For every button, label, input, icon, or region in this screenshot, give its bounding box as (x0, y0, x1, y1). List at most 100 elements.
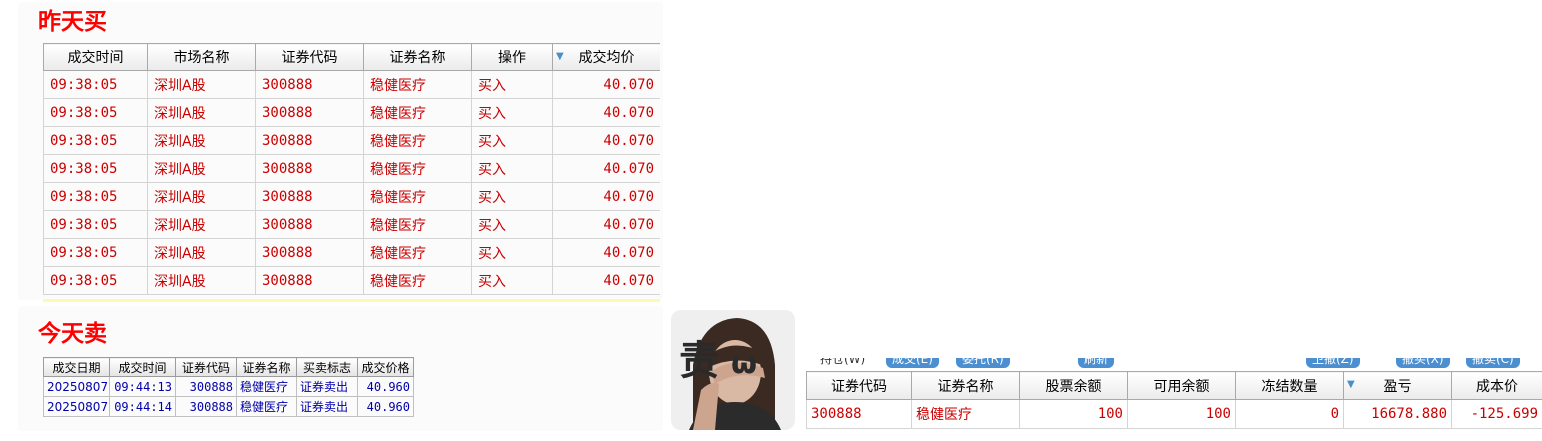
table-cell: 稳健医疗 (363, 154, 472, 183)
table-cell: 40.070 (552, 182, 660, 211)
col-header-cost[interactable]: 成本价 (1451, 371, 1542, 400)
table-cell: 40.960 (357, 396, 414, 417)
col-header-trade-time[interactable]: 成交时间 (109, 357, 176, 377)
table-cell: 深圳A股 (147, 154, 256, 183)
col-header-price[interactable]: 成交价格 (357, 357, 414, 377)
col-header-code[interactable]: 证券代码 (255, 43, 364, 71)
table-cell: 20250807 (43, 376, 110, 397)
table-cell: 16678.880 (1343, 399, 1452, 429)
table-cell: 09:38:05 (43, 210, 148, 239)
col-header-side[interactable]: 买卖标志 (296, 357, 358, 377)
buy-table-wrapper: 成交时间 市场名称 证券代码 证券名称 操作 ▼ 成交均价 09:38:05 深圳… (43, 43, 660, 302)
table-cell: 买入 (471, 70, 553, 99)
table-row[interactable]: 09:38:05 深圳A股 300888 稳健医疗 买入 40.070 (43, 70, 660, 99)
col-header-code[interactable]: 证券代码 (806, 371, 912, 400)
table-row[interactable]: 300888 稳健医疗 100 100 0 16678.880 -125.699 (806, 399, 1542, 429)
col-header-avg-price[interactable]: ▼ 成交均价 (552, 43, 660, 71)
refresh-button[interactable]: 刷新 (1078, 358, 1115, 368)
table-cell: 09:38:05 (43, 238, 148, 267)
col-header-market[interactable]: 市场名称 (147, 43, 256, 71)
table-cell: 09:38:05 (43, 70, 148, 99)
position-table-wrapper: 证券代码 证券名称 股票余额 可用余额 冻结数量 ▼ 盈亏 成本价 300888… (806, 371, 1542, 429)
table-cell: 买入 (471, 154, 553, 183)
table-cell: 40.070 (552, 70, 660, 99)
col-header-available[interactable]: 可用余额 (1127, 371, 1236, 400)
table-cell: 买入 (471, 182, 553, 211)
table-cell: 300888 (806, 399, 912, 429)
col-header-trade-date[interactable]: 成交日期 (43, 357, 110, 377)
table-cell: 稳健医疗 (363, 182, 472, 211)
table-cell: 09:38:05 (43, 182, 148, 211)
table-row[interactable]: 09:38:05 深圳A股 300888 稳健医疗 买入 40.070 (43, 126, 660, 155)
col-header-pnl[interactable]: ▼ 盈亏 (1343, 371, 1452, 400)
table-row[interactable]: 09:38:05 深圳A股 300888 稳健医疗 买入 40.070 (43, 98, 660, 127)
table-cell: 买入 (471, 98, 553, 127)
table-cell: 100 (1127, 399, 1236, 429)
table-cell: 09:38:05 (43, 266, 148, 295)
table-cell: 稳健医疗 (363, 238, 472, 267)
position-table: 证券代码 证券名称 股票余额 可用余额 冻结数量 ▼ 盈亏 成本价 300888… (806, 371, 1542, 429)
sort-down-icon: ▼ (556, 51, 564, 62)
table-row[interactable]: 09:38:05 深圳A股 300888 稳健医疗 买入 40.070 (43, 182, 660, 211)
table-cell: 300888 (255, 70, 364, 99)
table-cell: 深圳A股 (147, 238, 256, 267)
table-row[interactable]: 09:38:05 深圳A股 300888 稳健医疗 买入 40.070 (43, 154, 660, 183)
col-header-action[interactable]: 操作 (471, 43, 553, 71)
sell-table-body: 20250807 09:44:13 300888 稳健医疗 证券卖出 40.960 2025… (43, 376, 414, 417)
tab-trades[interactable]: 成交(E) (886, 358, 939, 368)
table-cell: 深圳A股 (147, 98, 256, 127)
col-header-name[interactable]: 证券名称 (363, 43, 472, 71)
table-cell: 40.070 (552, 266, 660, 295)
table-row[interactable]: 09:38:05 深圳A股 300888 稳健医疗 买入 40.070 (43, 238, 660, 267)
table-cell: 买入 (471, 210, 553, 239)
table-cell: 40.070 (552, 98, 660, 127)
table-cell: 稳健医疗 (236, 376, 297, 397)
position-tab-strip: 持仓(W) 成交(E) 委托(R) 刷新 卫撤(Z) 撤买(X) 撤卖(C) (806, 358, 1542, 370)
table-cell: 稳健医疗 (363, 126, 472, 155)
table-cell: 09:44:13 (109, 376, 176, 397)
table-cell: 40.070 (552, 238, 660, 267)
scribble-icon: ω (731, 346, 758, 381)
table-row[interactable]: 20250807 09:44:13 300888 稳健医疗 证券卖出 40.960 (43, 376, 414, 397)
table-cell: 09:44:14 (109, 396, 176, 417)
table-cell: 稳健医疗 (363, 70, 472, 99)
table-cell: 稳健医疗 (236, 396, 297, 417)
table-cell: 300888 (175, 396, 237, 417)
table-row[interactable]: 09:38:05 深圳A股 300888 稳健医疗 买入 40.070 (43, 210, 660, 239)
col-header-name[interactable]: 证券名称 (911, 371, 1020, 400)
sell-table-wrapper: 成交日期 成交时间 证券代码 证券名称 买卖标志 成交价格 20250807 09… (43, 357, 415, 422)
position-table-header-row: 证券代码 证券名称 股票余额 可用余额 冻结数量 ▼ 盈亏 成本价 (806, 371, 1542, 400)
col-header-avg-price-label: 成交均价 (578, 50, 635, 66)
table-cell: 300888 (255, 238, 364, 267)
sort-down-icon: ▼ (1347, 379, 1355, 390)
buy-table: 成交时间 市场名称 证券代码 证券名称 操作 ▼ 成交均价 09:38:05 深圳… (43, 43, 660, 295)
table-row[interactable]: 20250807 09:44:14 300888 稳健医疗 证券卖出 40.960 (43, 396, 414, 417)
table-cell: 深圳A股 (147, 210, 256, 239)
col-header-frozen[interactable]: 冻结数量 (1235, 371, 1344, 400)
col-header-code[interactable]: 证券代码 (175, 357, 237, 377)
position-table-body: 300888 稳健医疗 100 100 0 16678.880 -125.699 (806, 399, 1542, 429)
table-cell: 买入 (471, 266, 553, 295)
col-header-pnl-label: 盈亏 (1383, 378, 1412, 395)
avatar-overlay-text: 责 (679, 337, 719, 384)
col-header-name[interactable]: 证券名称 (236, 357, 297, 377)
table-cell: 证券卖出 (296, 396, 358, 417)
table-cell: 稳健医疗 (363, 266, 472, 295)
cancel-buy-button[interactable]: 撤买(X) (1396, 358, 1450, 368)
tab-orders[interactable]: 委托(R) (956, 358, 1010, 368)
tab-positions[interactable]: 持仓(W) (814, 358, 871, 368)
table-cell: 40.070 (552, 210, 660, 239)
col-header-trade-time[interactable]: 成交时间 (43, 43, 148, 71)
table-row[interactable]: 09:38:05 深圳A股 300888 稳健医疗 买入 40.070 (43, 266, 660, 295)
table-cell: 09:38:05 (43, 98, 148, 127)
table-cell: 深圳A股 (147, 266, 256, 295)
table-cell: 深圳A股 (147, 70, 256, 99)
col-header-balance[interactable]: 股票余额 (1019, 371, 1128, 400)
sell-table-header-row: 成交日期 成交时间 证券代码 证券名称 买卖标志 成交价格 (43, 357, 414, 377)
table-cell: 300888 (175, 376, 237, 397)
cancel-sell-button[interactable]: 撤卖(C) (1466, 358, 1520, 368)
cancel-order-button[interactable]: 卫撤(Z) (1306, 358, 1360, 368)
table-cell: 40.070 (552, 126, 660, 155)
table-cell: 40.070 (552, 154, 660, 183)
table-cell: 证券卖出 (296, 376, 358, 397)
